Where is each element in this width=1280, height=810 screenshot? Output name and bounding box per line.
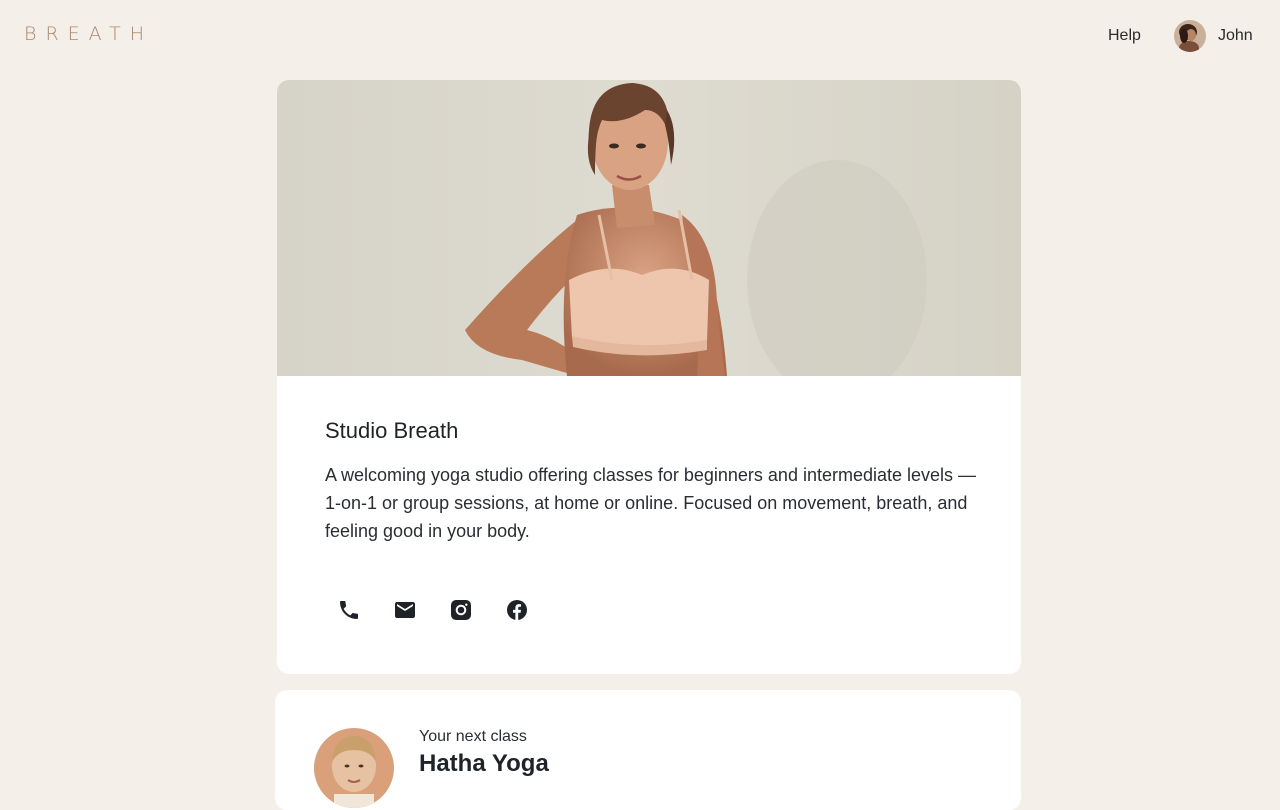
next-class-label: Your next class xyxy=(419,728,527,745)
instructor-avatar xyxy=(314,728,394,808)
studio-card: Studio Breath A welcoming yoga studio of… xyxy=(277,80,1021,674)
user-name: John xyxy=(1218,27,1253,44)
phone-button[interactable] xyxy=(325,586,373,634)
next-class-card[interactable]: Your next class Hatha Yoga xyxy=(275,690,1021,810)
user-avatar[interactable] xyxy=(1174,20,1206,52)
instagram-icon xyxy=(451,600,471,620)
help-link[interactable]: Help xyxy=(1108,27,1141,45)
next-class-name[interactable]: Hatha Yoga xyxy=(419,750,549,778)
studio-hero-image xyxy=(277,80,1021,400)
brand-logo[interactable]: BREATH xyxy=(24,23,153,45)
email-icon xyxy=(395,602,415,618)
instagram-button[interactable] xyxy=(437,586,485,634)
user-menu[interactable]: John xyxy=(1174,20,1253,52)
email-button[interactable] xyxy=(381,586,429,634)
top-bar: BREATH Help John xyxy=(0,0,1280,72)
studio-title: Studio Breath xyxy=(325,418,459,443)
phone-icon xyxy=(340,601,358,619)
studio-description: A welcoming yoga studio offering classes… xyxy=(325,465,977,541)
contact-links xyxy=(325,586,549,634)
facebook-button[interactable] xyxy=(493,586,541,634)
facebook-icon xyxy=(507,600,527,620)
